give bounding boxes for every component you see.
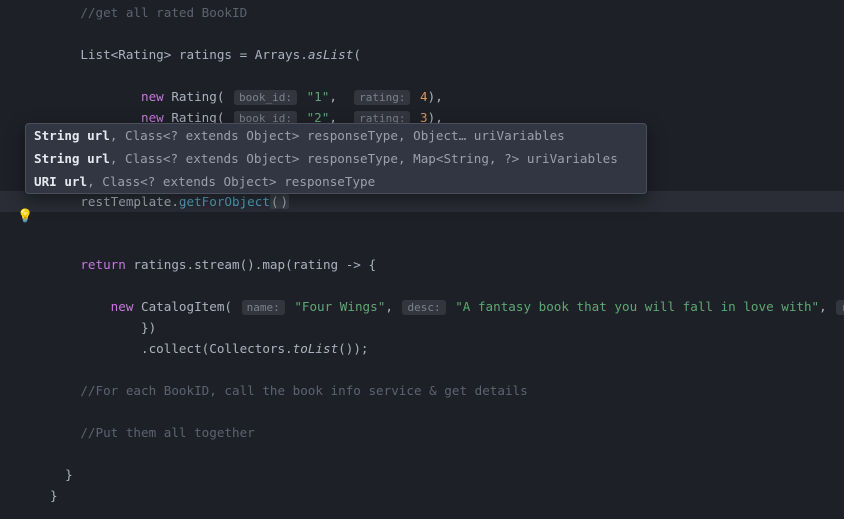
code-line: //For each BookID, call the book info se… [0,380,844,401]
code-line: List<Rating> ratings = Arrays.asList( [0,44,844,65]
code-line [0,275,844,296]
code-line: //get all rated BookID [0,2,844,23]
param-hint: rating: [836,300,844,315]
code-line: }) [0,317,844,338]
popup-row[interactable]: String url, Class<? extends Object> resp… [26,124,646,147]
code-line [0,233,844,254]
code-line [0,443,844,464]
code-line: .collect(Collectors.toList()); [0,338,844,359]
popup-row[interactable]: String url, Class<? extends Object> resp… [26,147,646,170]
code-line [0,401,844,422]
code-line: //Put them all together [0,422,844,443]
popup-row[interactable]: URI url, Class<? extends Object> respons… [26,170,646,193]
param-hint: book_id: [234,90,297,105]
code-line [0,212,844,233]
code-line [0,359,844,380]
code-line: } [0,464,844,485]
code-editor[interactable]: 💡 //get all rated BookID List<Rating> ra… [0,0,844,506]
lightbulb-icon[interactable]: 💡 [17,210,31,224]
param-hint: desc: [402,300,445,315]
param-hint: name: [242,300,285,315]
code-line [0,23,844,44]
code-line [0,65,844,86]
caret-line[interactable]: restTemplate.getForObject() [0,191,844,212]
code-line: } [0,485,844,506]
code-line: new CatalogItem( name: "Four Wings", des… [0,296,844,317]
parameter-info-popup[interactable]: String url, Class<? extends Object> resp… [25,123,647,194]
code-line: new Rating( book_id: "1", rating: 4), [0,86,844,107]
param-hint: rating: [354,90,410,105]
code-line: return ratings.stream().map(rating -> { [0,254,844,275]
gutter: 💡 [0,0,36,506]
